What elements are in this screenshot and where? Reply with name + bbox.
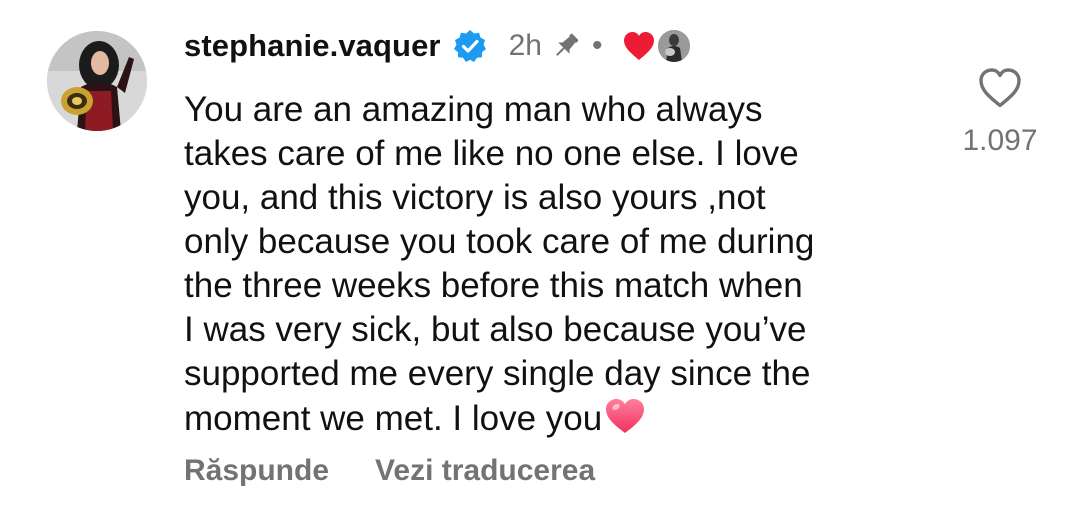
avatar[interactable]	[47, 31, 147, 131]
verified-badge-icon	[453, 29, 487, 63]
avatar-image	[47, 31, 147, 131]
separator-dot: •	[591, 29, 603, 62]
comment-text-last-line: moment we met. I love you	[184, 396, 944, 441]
timestamp: 2h	[508, 29, 542, 62]
reply-button[interactable]: Răspunde	[184, 454, 329, 488]
pin-icon	[550, 30, 582, 62]
like-count: 1.097	[962, 124, 1038, 157]
comment-text: You are an amazing man who always takes …	[184, 88, 944, 441]
comment-text-line: I was very sick, but also because you’ve	[184, 310, 807, 349]
comment-text-line: You are an amazing man who always	[184, 90, 763, 129]
red-heart-icon	[622, 30, 656, 62]
author-avatar-mini	[658, 30, 691, 62]
comment-item: stephanie.vaquer 2h • You are an amazing…	[0, 0, 1080, 514]
comment-text-line: you, and this victory is also yours ,not	[184, 178, 766, 217]
comment-header: stephanie.vaquer 2h •	[184, 24, 691, 68]
like-area: 1.097	[940, 66, 1060, 158]
comment-text-line: the three weeks before this match when	[184, 266, 803, 305]
username[interactable]: stephanie.vaquer	[184, 28, 441, 64]
heart-outline-icon[interactable]	[977, 66, 1023, 110]
see-translation-button[interactable]: Vezi traducerea	[375, 454, 595, 488]
comment-text-line: takes care of me like no one else. I lov…	[184, 134, 799, 173]
pink-heart-emoji-icon	[603, 396, 647, 436]
comment-actions: Răspunde Vezi traducerea	[184, 454, 595, 488]
comment-text-line: only because you took care of me during	[184, 222, 815, 261]
comment-text-line: supported me every single day since the	[184, 354, 811, 393]
comment-text-line: moment we met. I love you	[184, 399, 603, 438]
